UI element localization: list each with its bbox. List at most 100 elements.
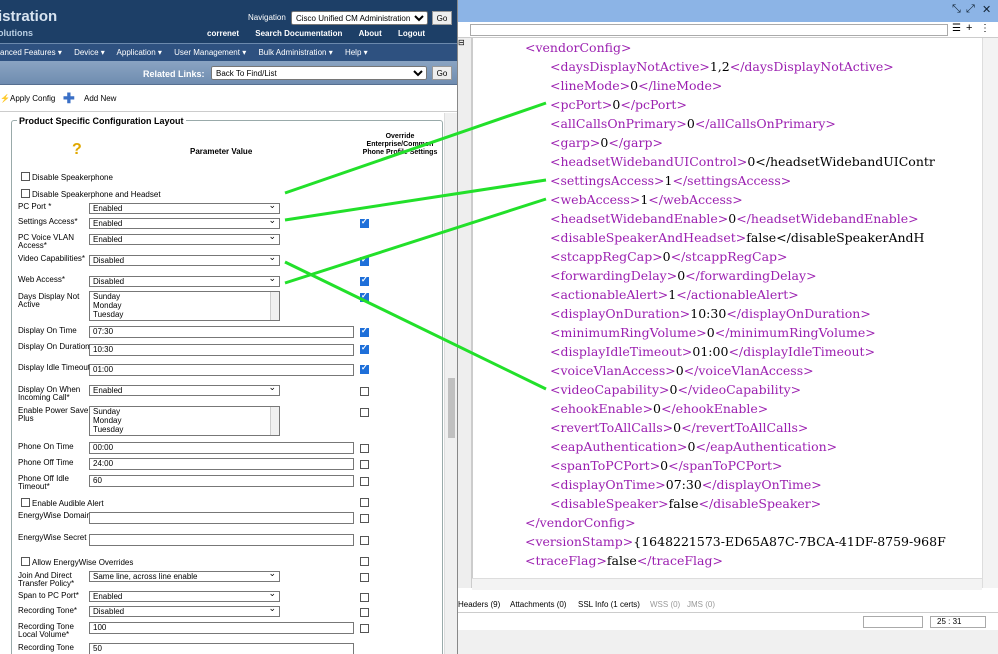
add-new-button[interactable]: Add New xyxy=(84,94,116,103)
energywise-secret-input[interactable] xyxy=(89,534,354,546)
code-line: <displayOnDuration>10:30</displayOnDurat… xyxy=(550,306,871,321)
logout-link[interactable]: Logout xyxy=(398,29,425,38)
days-not-active-list[interactable]: Sunday Monday Tuesday xyxy=(89,291,280,321)
list-item[interactable]: Tuesday xyxy=(93,310,279,319)
related-links-select[interactable]: Back To Find/List xyxy=(211,66,427,80)
settings-icon[interactable]: ⋮ xyxy=(980,23,990,34)
restore-icon[interactable]: ⤡ xyxy=(952,3,961,16)
menu-bulk-administration[interactable]: Bulk Administration ▾ xyxy=(258,48,332,57)
add-new-icon[interactable]: ✚ xyxy=(63,90,75,107)
settings-access-select[interactable]: Enabled xyxy=(89,216,280,229)
navigation-select[interactable]: Cisco Unified CM Administration xyxy=(291,11,428,25)
display-on-time-input[interactable]: 07:30 xyxy=(89,326,354,338)
tab-ssl-info[interactable]: SSL Info (1 certs) xyxy=(578,600,640,609)
navigation-go-button[interactable]: Go xyxy=(432,11,452,25)
join-transfer-override-checkbox[interactable] xyxy=(360,573,369,582)
recording-tone-select[interactable]: Disabled xyxy=(89,604,280,617)
energywise-domain-input[interactable] xyxy=(89,512,354,524)
list-scrollbar[interactable] xyxy=(270,407,279,435)
energywise-domain-override-checkbox[interactable] xyxy=(360,514,369,523)
phone-off-time-override-checkbox[interactable] xyxy=(360,460,369,469)
days-not-active-override-checkbox[interactable] xyxy=(360,291,369,302)
apply-config-icon[interactable]: ⚡ xyxy=(0,94,10,103)
xml-value: false xyxy=(668,496,699,511)
display-on-duration-override-checkbox[interactable] xyxy=(360,343,369,354)
display-on-time-override-checkbox[interactable] xyxy=(360,326,369,337)
help-icon[interactable]: ? xyxy=(72,141,82,159)
display-idle-timeout-input[interactable]: 01:00 xyxy=(89,364,354,376)
list-item[interactable]: Monday xyxy=(93,301,279,310)
apply-config-button[interactable]: Apply Config xyxy=(10,94,55,103)
menu-device[interactable]: Device ▾ xyxy=(74,48,105,57)
video-capabilities-select[interactable]: Disabled xyxy=(89,253,280,266)
page-scrollbar-thumb[interactable] xyxy=(448,378,455,438)
tab-headers[interactable]: Headers (9) xyxy=(458,600,500,609)
display-on-incoming-select[interactable]: Enabled xyxy=(89,383,280,396)
recording-tone-local-input[interactable]: 100 xyxy=(89,622,354,634)
about-link[interactable]: About xyxy=(359,29,382,38)
menu-advanced-features[interactable]: anced Features ▾ xyxy=(0,48,62,57)
phone-off-time-input[interactable]: 24:00 xyxy=(89,458,354,470)
fold-toggle-icon[interactable]: ⊟ xyxy=(458,38,471,47)
phone-off-idle-override-checkbox[interactable] xyxy=(360,477,369,486)
close-icon[interactable]: ✕ xyxy=(982,3,991,16)
menu-application[interactable]: Application ▾ xyxy=(117,48,162,57)
energywise-secret-override-checkbox[interactable] xyxy=(360,536,369,545)
web-access-select[interactable]: Disabled xyxy=(89,274,280,287)
web-access-override-checkbox[interactable] xyxy=(360,275,369,286)
user-link[interactable]: correnet xyxy=(207,29,239,38)
phone-on-time-override-checkbox[interactable] xyxy=(360,444,369,453)
recording-tone-override-checkbox[interactable] xyxy=(360,608,369,617)
related-links-go-button[interactable]: Go xyxy=(432,66,452,80)
pc-port-select[interactable]: Enabled xyxy=(89,201,280,214)
list-icon[interactable]: ☰ xyxy=(952,23,961,34)
tab-wss[interactable]: WSS (0) xyxy=(650,600,680,609)
phone-off-idle-input[interactable]: 60 xyxy=(89,475,354,487)
toolbar: ⚡ Apply Config ✚ Add New xyxy=(0,86,457,112)
display-on-duration-input[interactable]: 10:30 xyxy=(89,344,354,356)
power-save-plus-override-checkbox[interactable] xyxy=(360,408,369,417)
phone-on-time-input[interactable]: 00:00 xyxy=(89,442,354,454)
disable-speaker-headset-checkbox[interactable] xyxy=(21,189,30,198)
allow-energywise-checkbox[interactable] xyxy=(21,557,30,566)
recording-tone-cut-input[interactable]: 50 xyxy=(89,643,354,654)
allow-energywise-override-checkbox[interactable] xyxy=(360,557,369,566)
list-scrollbar[interactable] xyxy=(270,292,279,320)
tab-jms[interactable]: JMS (0) xyxy=(687,600,715,609)
header-links: correnet Search Documentation About Logo… xyxy=(207,29,439,38)
page-scrollbar[interactable] xyxy=(444,113,457,654)
power-save-plus-list[interactable]: Sunday Monday Tuesday xyxy=(89,406,280,436)
pc-voice-vlan-select[interactable]: Enabled xyxy=(89,232,280,245)
recording-tone-local-override-checkbox[interactable] xyxy=(360,624,369,633)
xml-value: 0</headsetWidebandUIContr xyxy=(747,154,935,169)
list-item[interactable]: Sunday xyxy=(93,292,279,301)
span-pc-port-select[interactable]: Enabled xyxy=(89,589,280,602)
span-pc-port-override-checkbox[interactable] xyxy=(360,593,369,602)
display-idle-timeout-override-checkbox[interactable] xyxy=(360,363,369,374)
viewer-title-bar: ⤡ ⤢ ✕ xyxy=(458,0,998,22)
list-item[interactable]: Tuesday xyxy=(93,425,279,434)
xml-tag: <actionableAlert> xyxy=(550,287,669,302)
disable-speakerphone-checkbox[interactable] xyxy=(21,172,30,181)
editor-horizontal-scrollbar[interactable] xyxy=(472,578,982,590)
phone-off-idle-label: Phone Off Idle Timeout* xyxy=(18,474,69,491)
add-icon[interactable]: + xyxy=(966,22,972,34)
join-transfer-select[interactable]: Same line, across line enable xyxy=(89,569,280,582)
xml-code-area[interactable]: <vendorConfig> <daysDisplayNotActive>1,2<… xyxy=(472,38,982,588)
display-on-incoming-override-checkbox[interactable] xyxy=(360,387,369,396)
code-line: <pcPort>0</pcPort> xyxy=(550,97,687,112)
video-capabilities-override-checkbox[interactable] xyxy=(360,255,369,266)
search-field[interactable] xyxy=(470,24,948,36)
search-documentation-link[interactable]: Search Documentation xyxy=(255,29,342,38)
audible-alert-override-checkbox[interactable] xyxy=(360,498,369,507)
list-item[interactable]: Sunday xyxy=(93,407,279,416)
list-item[interactable]: Monday xyxy=(93,416,279,425)
settings-access-override-checkbox[interactable] xyxy=(360,217,369,228)
menu-user-management[interactable]: User Management ▾ xyxy=(174,48,246,57)
detach-icon[interactable]: ⤢ xyxy=(966,3,975,16)
xml-tag: </eapAuthentication> xyxy=(695,439,838,454)
enable-audible-alert-checkbox[interactable] xyxy=(21,498,30,507)
editor-vertical-scrollbar[interactable] xyxy=(982,38,998,588)
menu-help[interactable]: Help ▾ xyxy=(345,48,368,57)
tab-attachments[interactable]: Attachments (0) xyxy=(510,600,566,609)
